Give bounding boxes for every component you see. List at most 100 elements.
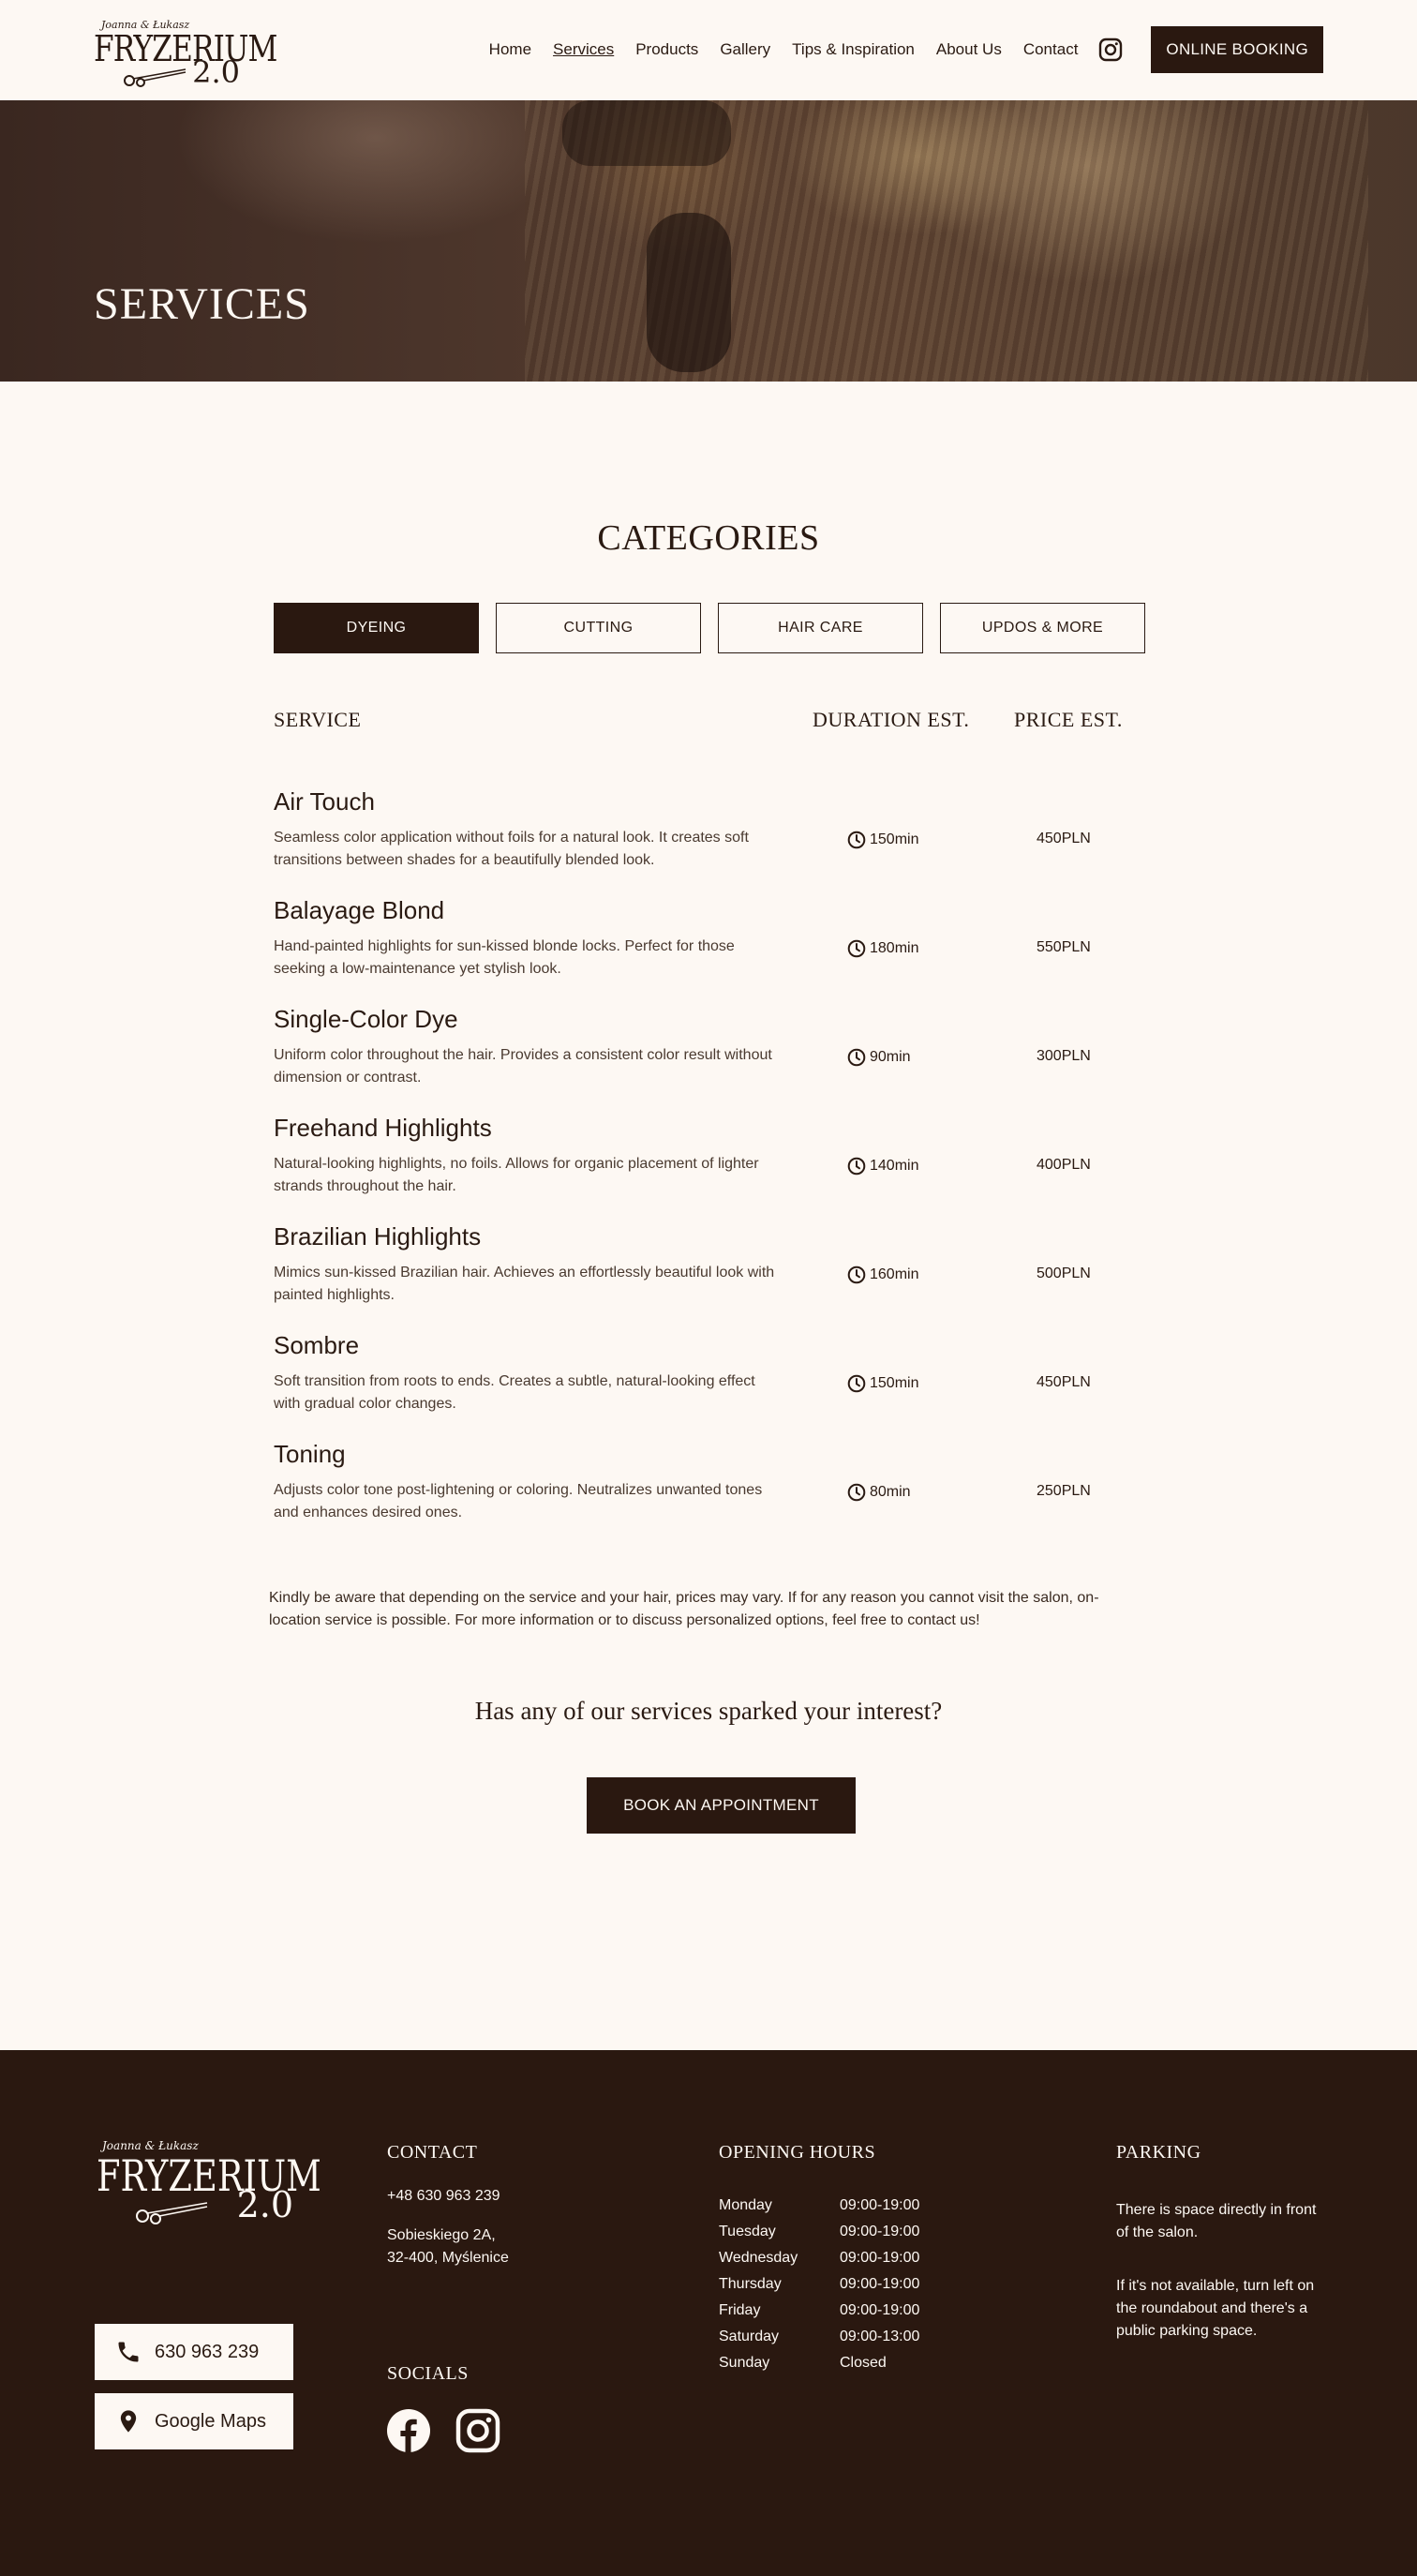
hours-day: Sunday bbox=[719, 2355, 770, 2371]
hero-image-glove-lower bbox=[647, 213, 731, 372]
hours-row: Friday 09:00-19:00 bbox=[719, 2302, 919, 2329]
parking-title: PARKING bbox=[1116, 2142, 1201, 2163]
hours-time: 09:00-19:00 bbox=[840, 2197, 920, 2213]
service-name: Toning bbox=[274, 1440, 346, 1468]
hours-row: Wednesday 09:00-19:00 bbox=[719, 2250, 919, 2276]
contact-address-line2: 32-400, Myślenice bbox=[387, 2250, 509, 2266]
service-price: 500PLN bbox=[1037, 1266, 1091, 1281]
duration-value: 160min bbox=[870, 1266, 919, 1282]
hours-row: Thursday 09:00-19:00 bbox=[719, 2276, 919, 2302]
service-name: Air Touch bbox=[274, 787, 375, 816]
service-description: Natural-looking highlights, no foils. Al… bbox=[274, 1156, 759, 1194]
main-nav: Home Services Products Gallery Tips & In… bbox=[468, 26, 1323, 73]
service-row: Single-Color Dye Uniform color throughout… bbox=[0, 1005, 1417, 1114]
service-row: Brazilian Highlights Mimics sun-kissed Br… bbox=[0, 1222, 1417, 1331]
site-logo[interactable]: Joanna & Łukasz FRYZERIUM 2.0 bbox=[94, 19, 277, 90]
service-duration: 180min bbox=[847, 939, 918, 958]
service-duration: 90min bbox=[847, 1048, 911, 1067]
service-row: Sombre Soft transition from roots to ends… bbox=[0, 1331, 1417, 1440]
online-booking-button[interactable]: ONLINE BOOKING bbox=[1151, 26, 1323, 73]
tab-hair-care[interactable]: HAIR CARE bbox=[718, 603, 923, 653]
footer-logo[interactable]: Joanna & Łukasz FRYZERIUM 2.0 bbox=[97, 2139, 321, 2233]
service-duration: 150min bbox=[847, 831, 918, 849]
hours-row: Sunday Closed bbox=[719, 2355, 919, 2381]
instagram-icon[interactable] bbox=[455, 2408, 500, 2453]
hours-day: Tuesday bbox=[719, 2224, 776, 2239]
service-row: Freehand Highlights Natural-looking highl… bbox=[0, 1114, 1417, 1222]
service-name: Single-Color Dye bbox=[274, 1005, 458, 1033]
service-price: 450PLN bbox=[1037, 1374, 1091, 1390]
hero-image-glove bbox=[562, 100, 731, 166]
duration-value: 140min bbox=[870, 1158, 919, 1174]
clock-icon bbox=[847, 1374, 866, 1393]
nav-services[interactable]: Services bbox=[553, 40, 614, 59]
hours-time: 09:00-13:00 bbox=[840, 2329, 920, 2344]
nav-gallery[interactable]: Gallery bbox=[720, 40, 770, 59]
site-footer: Joanna & Łukasz FRYZERIUM 2.0 630 963 23… bbox=[0, 2050, 1417, 2576]
parking-text-2: If it's not available, turn left on the … bbox=[1116, 2278, 1315, 2339]
logo-version: 2.0 bbox=[192, 54, 240, 90]
phone-icon bbox=[118, 2342, 139, 2362]
socials-title: SOCIALS bbox=[387, 2363, 469, 2384]
google-maps-button[interactable]: Google Maps bbox=[95, 2393, 293, 2449]
header-duration: DURATION EST. bbox=[813, 708, 970, 731]
contact-phone[interactable]: +48 630 963 239 bbox=[387, 2185, 500, 2208]
service-description: Hand-painted highlights for sun-kissed b… bbox=[274, 938, 735, 977]
service-name: Balayage Blond bbox=[274, 896, 445, 924]
hours-row: Monday 09:00-19:00 bbox=[719, 2197, 919, 2224]
duration-value: 90min bbox=[870, 1049, 911, 1065]
tab-cutting[interactable]: CUTTING bbox=[496, 603, 701, 653]
instagram-icon[interactable] bbox=[1098, 37, 1123, 62]
category-tabs: DYEING CUTTING HAIR CARE UPDOS & MORE bbox=[274, 603, 1145, 653]
clock-icon bbox=[847, 939, 866, 958]
book-appointment-button[interactable]: BOOK AN APPOINTMENT bbox=[587, 1777, 856, 1834]
clock-icon bbox=[847, 1048, 866, 1067]
service-description: Mimics sun-kissed Brazilian hair. Achiev… bbox=[274, 1265, 775, 1303]
nav-home[interactable]: Home bbox=[489, 40, 531, 59]
google-maps-label: Google Maps bbox=[155, 2410, 266, 2432]
duration-value: 150min bbox=[870, 831, 919, 847]
service-price: 450PLN bbox=[1037, 831, 1091, 846]
clock-icon bbox=[847, 1157, 866, 1176]
logo-name: FRYZERIUM bbox=[94, 28, 277, 69]
hours-day: Monday bbox=[719, 2197, 772, 2213]
service-row: Air Touch Seamless color application with… bbox=[0, 787, 1417, 896]
service-price: 300PLN bbox=[1037, 1048, 1091, 1064]
opening-hours-list: Monday 09:00-19:00 Tuesday 09:00-19:00 Wedne… bbox=[719, 2197, 919, 2381]
hero-banner: SERVICES bbox=[0, 100, 1417, 382]
nav-tips[interactable]: Tips & Inspiration bbox=[792, 40, 915, 59]
hours-row: Tuesday 09:00-19:00 bbox=[719, 2224, 919, 2250]
hours-time: Closed bbox=[840, 2355, 887, 2371]
contact-title: CONTACT bbox=[387, 2142, 478, 2163]
pricing-note: Kindly be aware that depending on the se… bbox=[269, 1590, 1099, 1628]
clock-icon bbox=[847, 831, 866, 849]
opening-hours-title: OPENING HOURS bbox=[719, 2142, 876, 2163]
scissors-icon bbox=[124, 68, 186, 87]
service-name: Brazilian Highlights bbox=[274, 1222, 482, 1251]
hours-time: 09:00-19:00 bbox=[840, 2276, 920, 2292]
hours-time: 09:00-19:00 bbox=[840, 2224, 920, 2239]
header-service: SERVICE bbox=[274, 708, 362, 731]
nav-contact[interactable]: Contact bbox=[1023, 40, 1079, 59]
hours-day: Saturday bbox=[719, 2329, 780, 2344]
page-title: SERVICES bbox=[94, 279, 310, 329]
service-duration: 160min bbox=[847, 1266, 918, 1284]
hours-time: 09:00-19:00 bbox=[840, 2302, 920, 2318]
logo-version: 2.0 bbox=[236, 2184, 293, 2225]
nav-about[interactable]: About Us bbox=[936, 40, 1002, 59]
hours-day: Wednesday bbox=[719, 2250, 798, 2266]
service-duration: 140min bbox=[847, 1157, 918, 1176]
tab-updos[interactable]: UPDOS & MORE bbox=[940, 603, 1145, 653]
tab-dyeing[interactable]: DYEING bbox=[274, 603, 479, 653]
hours-day: Friday bbox=[719, 2302, 761, 2318]
call-button[interactable]: 630 963 239 bbox=[95, 2324, 293, 2380]
categories-title: CATEGORIES bbox=[597, 518, 820, 558]
cta-question: Has any of our services sparked your int… bbox=[474, 1697, 943, 1725]
facebook-icon[interactable] bbox=[386, 2408, 431, 2453]
site-header: Joanna & Łukasz FRYZERIUM 2.0 Home Servi… bbox=[0, 0, 1417, 100]
duration-value: 180min bbox=[870, 940, 919, 956]
nav-products[interactable]: Products bbox=[635, 40, 698, 59]
service-description: Soft transition from roots to ends. Crea… bbox=[274, 1373, 755, 1412]
service-description: Seamless color application without foils… bbox=[274, 830, 749, 868]
service-description: Uniform color throughout the hair. Provi… bbox=[274, 1047, 772, 1086]
